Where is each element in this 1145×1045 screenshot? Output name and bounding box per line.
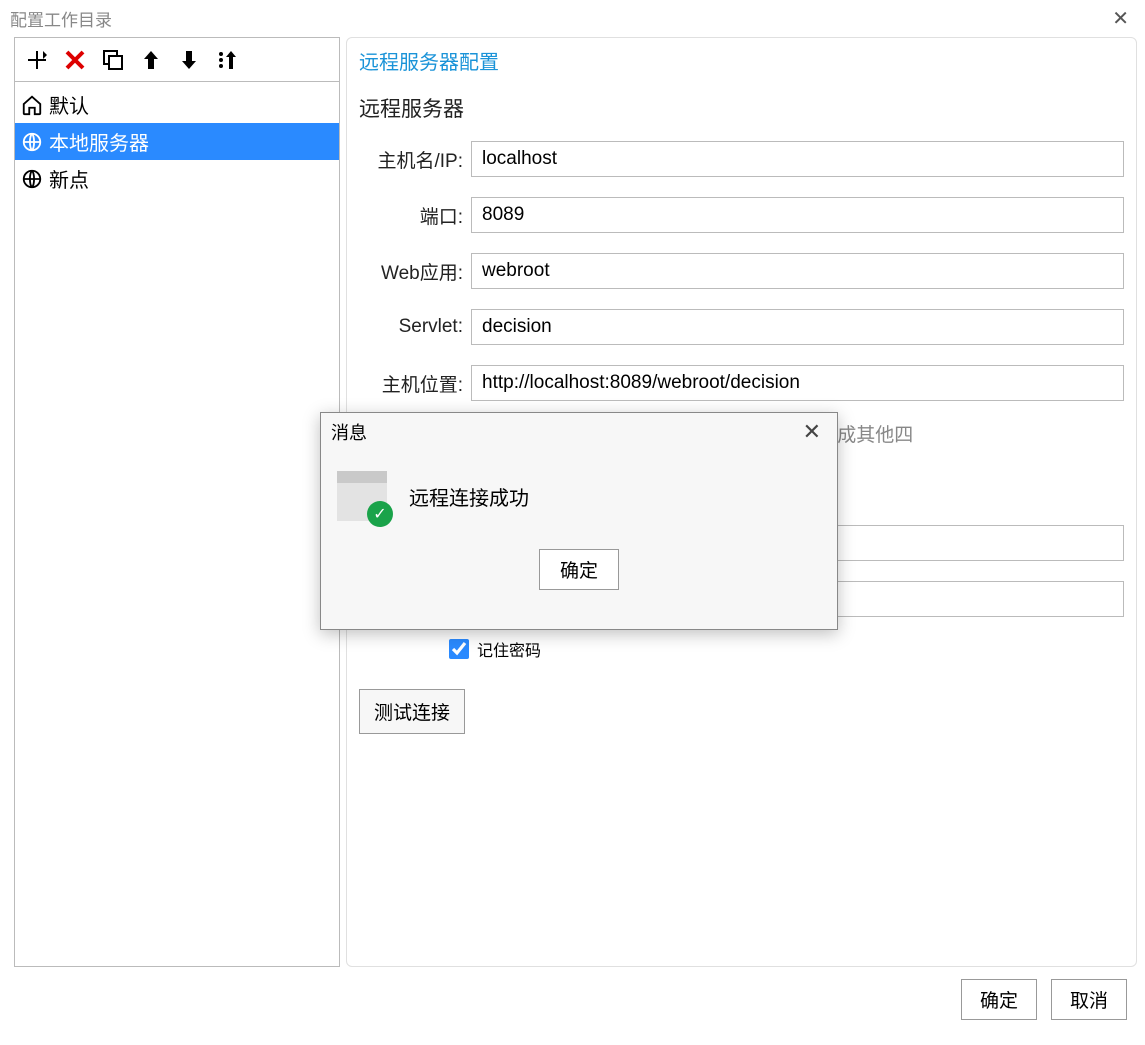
hostpos-input[interactable] (471, 365, 1124, 401)
remote-server-section: 远程服务器 (359, 93, 1124, 123)
footer: 确定 取消 (0, 967, 1145, 1020)
cancel-button[interactable]: 取消 (1051, 979, 1127, 1020)
host-input[interactable] (471, 141, 1124, 177)
sidebar-tree: 默认 本地服务器 新点 (15, 82, 339, 966)
move-down-icon[interactable] (175, 46, 203, 74)
sidebar-item-label: 默认 (49, 90, 89, 119)
hostpos-label: 主机位置: (359, 370, 471, 397)
add-icon[interactable] (23, 46, 51, 74)
globe-icon (21, 168, 43, 190)
window-title: 配置工作目录 (10, 6, 112, 31)
servlet-input[interactable] (471, 309, 1124, 345)
remember-label: 记住密码 (477, 637, 541, 661)
move-up-icon[interactable] (137, 46, 165, 74)
sort-icon[interactable] (213, 46, 241, 74)
webapp-label: Web应用: (359, 258, 471, 285)
ok-button[interactable]: 确定 (961, 979, 1037, 1020)
sidebar-item-label: 本地服务器 (49, 127, 149, 156)
dialog-close-icon[interactable]: ✕ (797, 419, 827, 445)
sidebar-item-local-server[interactable]: 本地服务器 (15, 123, 339, 160)
port-input[interactable] (471, 197, 1124, 233)
home-icon (21, 94, 43, 116)
dialog-title: 消息 (331, 419, 367, 445)
sidebar: 默认 本地服务器 新点 (14, 37, 340, 967)
delete-icon[interactable] (61, 46, 89, 74)
panel-title: 远程服务器配置 (359, 46, 1124, 75)
success-icon: ✓ (337, 471, 387, 521)
remember-checkbox[interactable] (449, 639, 469, 659)
port-label: 端口: (359, 202, 471, 229)
sidebar-toolbar (15, 38, 339, 82)
sidebar-item-default[interactable]: 默认 (15, 86, 339, 123)
message-dialog: 消息 ✕ ✓ 远程连接成功 确定 (320, 412, 838, 630)
globe-icon (21, 131, 43, 153)
window-titlebar: 配置工作目录 ✕ (0, 0, 1145, 37)
host-label: 主机名/IP: (359, 146, 471, 173)
dialog-ok-button[interactable]: 确定 (539, 549, 619, 590)
copy-icon[interactable] (99, 46, 127, 74)
sidebar-item-label: 新点 (49, 164, 89, 193)
webapp-input[interactable] (471, 253, 1124, 289)
sidebar-item-new[interactable]: 新点 (15, 160, 339, 197)
servlet-label: Servlet: (359, 316, 471, 338)
test-connection-button[interactable]: 测试连接 (359, 689, 465, 734)
window-close-icon[interactable]: ✕ (1106, 6, 1135, 31)
dialog-message: 远程连接成功 (409, 482, 529, 511)
